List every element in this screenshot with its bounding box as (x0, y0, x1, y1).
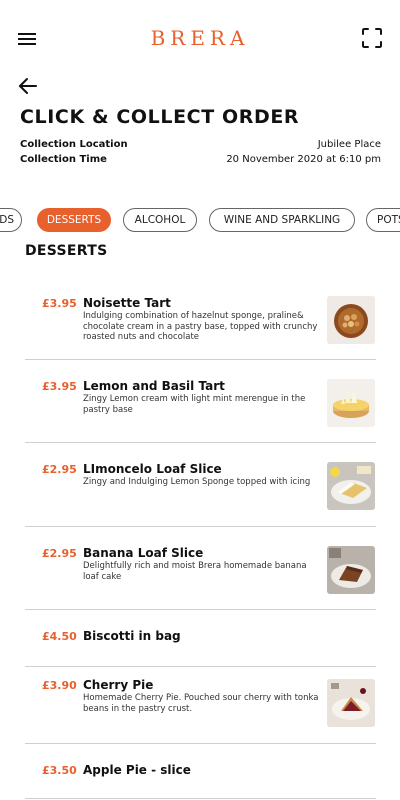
page-title: CLICK & COLLECT ORDER (20, 106, 300, 128)
product-name: Apple Pie - slice (83, 763, 191, 777)
scan-frame-icon[interactable] (362, 28, 382, 48)
brand-logo: BRERA (150, 26, 250, 50)
product-description: Indulging combination of hazelnut sponge… (83, 311, 318, 342)
product-name: Lemon and Basil Tart (83, 379, 225, 393)
product-description: Homemade Cherry Pie. Pouched sour cherry… (83, 693, 319, 714)
cherry-pie-image (327, 679, 375, 727)
product-name: Biscotti in bag (83, 629, 181, 643)
tab-breads[interactable]: BREADS (0, 208, 22, 232)
collection-time-row: Collection Time 20 November 2020 at 6:10… (20, 154, 381, 169)
back-arrow-icon[interactable] (18, 77, 38, 95)
product-price: £4.50 (42, 630, 77, 643)
tab-wine-and-sparkling[interactable]: WINE AND SPARKLING (209, 208, 355, 232)
limoncello-loaf-image (327, 462, 375, 510)
product-name: LImoncelo Loaf Slice (83, 462, 222, 476)
product-description: Zingy Lemon cream with light mint mereng… (83, 394, 306, 415)
product-item-limoncello-loaf[interactable]: £2.95 LImoncelo Loaf Slice Zingy and Ind… (25, 443, 376, 527)
product-item-lemon-basil-tart[interactable]: £3.95 Lemon and Basil Tart Zingy Lemon c… (25, 360, 376, 443)
tab-pots[interactable]: POTS (366, 208, 400, 232)
product-item-banana-loaf[interactable]: £2.95 Banana Loaf Slice Delightfully ric… (25, 527, 376, 610)
product-name: Noisette Tart (83, 296, 171, 310)
tab-desserts[interactable]: DESSERTS (37, 208, 111, 232)
product-description: Zingy and Indulging Lemon Sponge topped … (83, 477, 311, 487)
top-bar: BRERA (0, 0, 400, 78)
product-item-biscotti[interactable]: £4.50 Biscotti in bag (25, 610, 376, 667)
product-item-noisette-tart[interactable]: £3.95 Noisette Tart Indulging combinatio… (25, 276, 376, 360)
product-price: £2.95 (42, 463, 77, 476)
product-name: Banana Loaf Slice (83, 546, 204, 560)
product-price: £2.95 (42, 547, 77, 560)
category-tabs[interactable]: BREADS DESSERTS ALCOHOL WINE AND SPARKLI… (0, 208, 400, 234)
collection-location-label: Collection Location (20, 139, 128, 150)
section-title: DESSERTS (25, 243, 108, 259)
product-price: £3.95 (42, 380, 77, 393)
collection-time-value: 20 November 2020 at 6:10 pm (226, 154, 381, 165)
product-price: £3.50 (42, 764, 77, 777)
product-list: £3.95 Noisette Tart Indulging combinatio… (25, 276, 376, 799)
collection-location-value: Jubilee Place (317, 139, 381, 150)
tab-alcohol[interactable]: ALCOHOL (123, 208, 197, 232)
banana-loaf-image (327, 546, 375, 594)
product-item-apple-pie[interactable]: £3.50 Apple Pie - slice (25, 744, 376, 799)
product-name: Cherry Pie (83, 678, 154, 692)
lemon-tart-image (327, 379, 375, 427)
product-description: Delightfully rich and moist Brera homema… (83, 561, 307, 582)
collection-location-row: Collection Location Jubilee Place (20, 139, 381, 154)
noisette-tart-image (327, 296, 375, 344)
product-item-cherry-pie[interactable]: £3.90 Cherry Pie Homemade Cherry Pie. Po… (25, 667, 376, 744)
collection-time-label: Collection Time (20, 154, 107, 165)
product-price: £3.90 (42, 679, 77, 692)
product-price: £3.95 (42, 297, 77, 310)
